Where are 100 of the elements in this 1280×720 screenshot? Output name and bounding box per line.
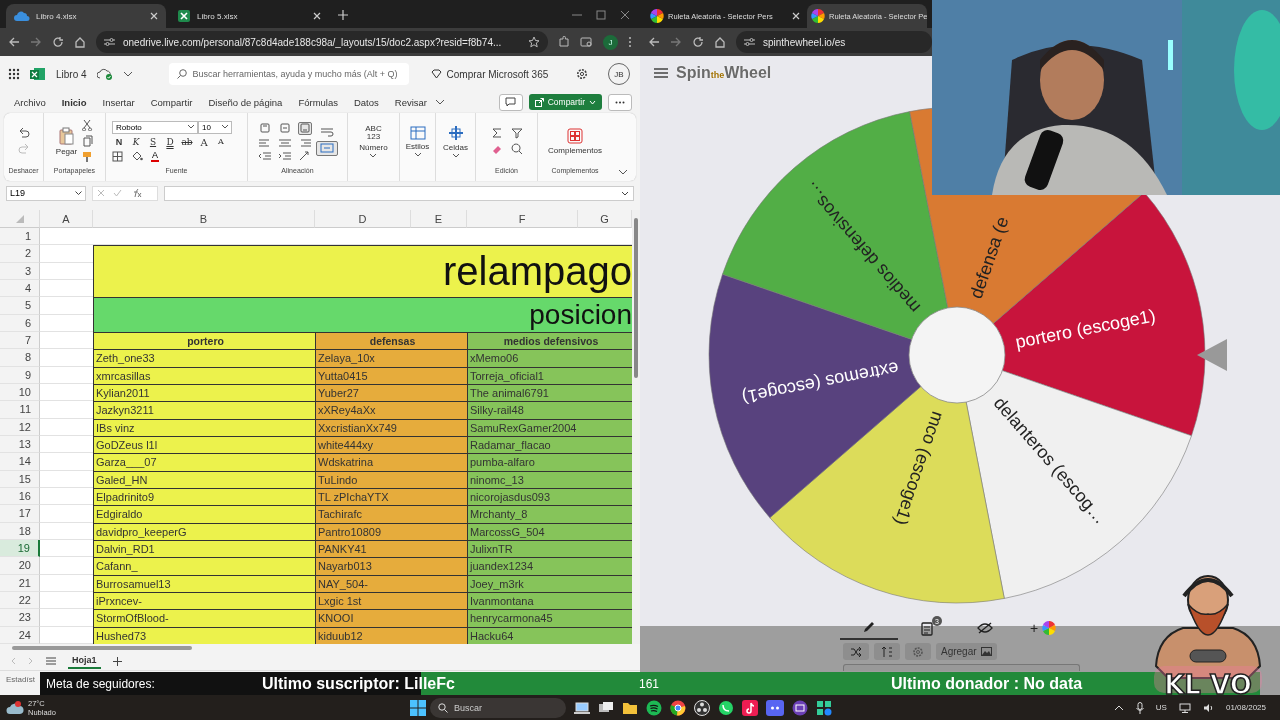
tv-icon[interactable] (792, 699, 808, 716)
font-style-button[interactable]: A (214, 136, 228, 148)
row-header[interactable]: 17 (0, 505, 40, 523)
number-format-button[interactable]: ABC 123 Número (359, 124, 388, 158)
chevron-up-icon[interactable] (1113, 704, 1124, 711)
date-text[interactable]: 01/08/2025 (1225, 703, 1266, 712)
apps-grid-icon[interactable] (8, 68, 20, 80)
fill-color-icon[interactable] (131, 150, 143, 162)
ribbon-tab[interactable]: Datos (345, 96, 387, 108)
maximize-icon[interactable] (596, 10, 606, 20)
home-icon[interactable] (714, 36, 726, 48)
paste-button[interactable]: Pegar (55, 126, 78, 156)
font-style-button[interactable]: ab (180, 136, 194, 148)
row-header[interactable]: 2 (0, 245, 40, 263)
squares-icon[interactable] (816, 699, 832, 716)
more-icon[interactable] (628, 36, 632, 48)
ribbon-tab[interactable]: Compartir (142, 96, 201, 108)
music-app-icon[interactable] (646, 699, 662, 716)
row-header[interactable]: 8 (0, 349, 40, 367)
comments-button[interactable] (498, 93, 523, 111)
cut-icon[interactable] (81, 119, 94, 131)
file-name[interactable]: Libro 4 (56, 68, 87, 80)
reload-icon[interactable] (692, 36, 704, 48)
browser-icon[interactable] (670, 699, 686, 716)
row-header[interactable]: 5 (0, 297, 40, 315)
laptop-icon[interactable] (574, 700, 590, 715)
start-icon[interactable] (410, 699, 426, 716)
folder-icon[interactable] (622, 700, 638, 715)
column-header[interactable]: A (40, 210, 93, 228)
column-header[interactable]: B (93, 210, 315, 228)
orientation-icon[interactable] (297, 150, 312, 161)
borders-icon[interactable] (112, 150, 123, 162)
row-header[interactable]: 23 (0, 609, 40, 627)
row-header[interactable]: 11 (0, 401, 40, 419)
row-header[interactable]: 14 (0, 453, 40, 471)
styles-button[interactable]: Estilos (405, 125, 430, 157)
share-button[interactable]: Compartir (528, 94, 602, 110)
ribbon-tab[interactable]: Archivo (6, 96, 54, 108)
plus-icon[interactable] (112, 656, 122, 666)
address-bar[interactable]: spinthewheel.io/es (736, 31, 932, 53)
font-color-button[interactable]: A (151, 150, 159, 162)
undo-icon[interactable] (17, 127, 30, 139)
site-logo[interactable]: SpintheWheel (676, 64, 772, 82)
game-chat-icon[interactable] (766, 699, 784, 716)
close-icon[interactable] (150, 12, 158, 20)
copy-icon[interactable] (81, 135, 94, 147)
menu-icon[interactable] (654, 68, 668, 78)
close-icon[interactable] (792, 12, 800, 20)
font-style-button[interactable]: N (112, 136, 126, 148)
font-style-button[interactable]: D (163, 136, 177, 148)
windows-stack-icon[interactable] (598, 700, 614, 715)
cells-button[interactable]: Celdas (443, 124, 468, 158)
sum-icon[interactable] (490, 127, 503, 139)
profile-avatar[interactable]: J (603, 34, 618, 50)
add-ins-button[interactable]: Complementos (548, 127, 602, 155)
row-header[interactable]: 1 (0, 228, 40, 246)
buy-link[interactable]: Comprar Microsoft 365 (430, 68, 549, 80)
text-field[interactable] (843, 664, 1080, 671)
reader-icon[interactable] (580, 36, 593, 48)
column-header[interactable]: E (411, 210, 467, 228)
font-style-button[interactable]: K (129, 136, 143, 148)
wrap-text-icon[interactable] (319, 126, 334, 137)
ribbon-tab[interactable]: Insertar (94, 96, 143, 108)
shuffle-button[interactable] (843, 643, 869, 660)
home-icon[interactable] (74, 36, 86, 48)
chevron-down-icon[interactable] (122, 71, 133, 77)
expand-ribbon-icon[interactable] (618, 169, 628, 175)
column-header[interactable]: F (467, 210, 578, 228)
search-field[interactable]: Buscar herramientas, ayuda y mucho más (Alt + Q) (168, 63, 409, 85)
font-dropdown[interactable]: Roboto (112, 120, 198, 134)
speaker-icon[interactable] (1202, 702, 1214, 713)
font-size-dropdown[interactable]: 10 (198, 120, 232, 134)
sort-filter-icon[interactable] (510, 127, 523, 139)
indent-icon[interactable] (277, 150, 292, 161)
ribbon-tab[interactable]: Inicio (53, 96, 95, 108)
extensions-icon[interactable] (558, 36, 570, 48)
row-header[interactable]: 20 (0, 557, 40, 575)
outdent-icon[interactable] (257, 150, 272, 161)
microphone-icon[interactable] (1135, 701, 1144, 714)
ribbon-tab[interactable]: Diseño de página (200, 96, 291, 108)
close-icon[interactable] (620, 10, 630, 20)
browser-tab[interactable]: Libro 5.xlsx (169, 4, 329, 28)
taskbar-search[interactable]: Buscar (430, 697, 566, 718)
forward-icon[interactable] (30, 36, 42, 48)
add-image-button[interactable]: Agregar (936, 643, 997, 660)
name-box[interactable]: L19 (6, 185, 86, 201)
back-icon[interactable] (648, 36, 660, 48)
recorder-icon[interactable] (694, 699, 710, 716)
column-header[interactable]: D (315, 210, 411, 228)
merge-button[interactable] (315, 140, 338, 156)
close-icon[interactable] (313, 12, 321, 20)
network-icon[interactable] (1178, 702, 1191, 713)
chevron-down-icon[interactable] (435, 99, 445, 105)
star-icon[interactable] (528, 36, 540, 48)
formula-field[interactable] (164, 185, 634, 201)
forward-icon[interactable] (670, 36, 682, 48)
language-indicator[interactable]: US (1155, 703, 1167, 712)
music-note-icon[interactable] (742, 699, 758, 716)
browser-tab[interactable]: Libro 4.xlsx (6, 4, 166, 28)
settings-icon[interactable] (576, 68, 589, 80)
